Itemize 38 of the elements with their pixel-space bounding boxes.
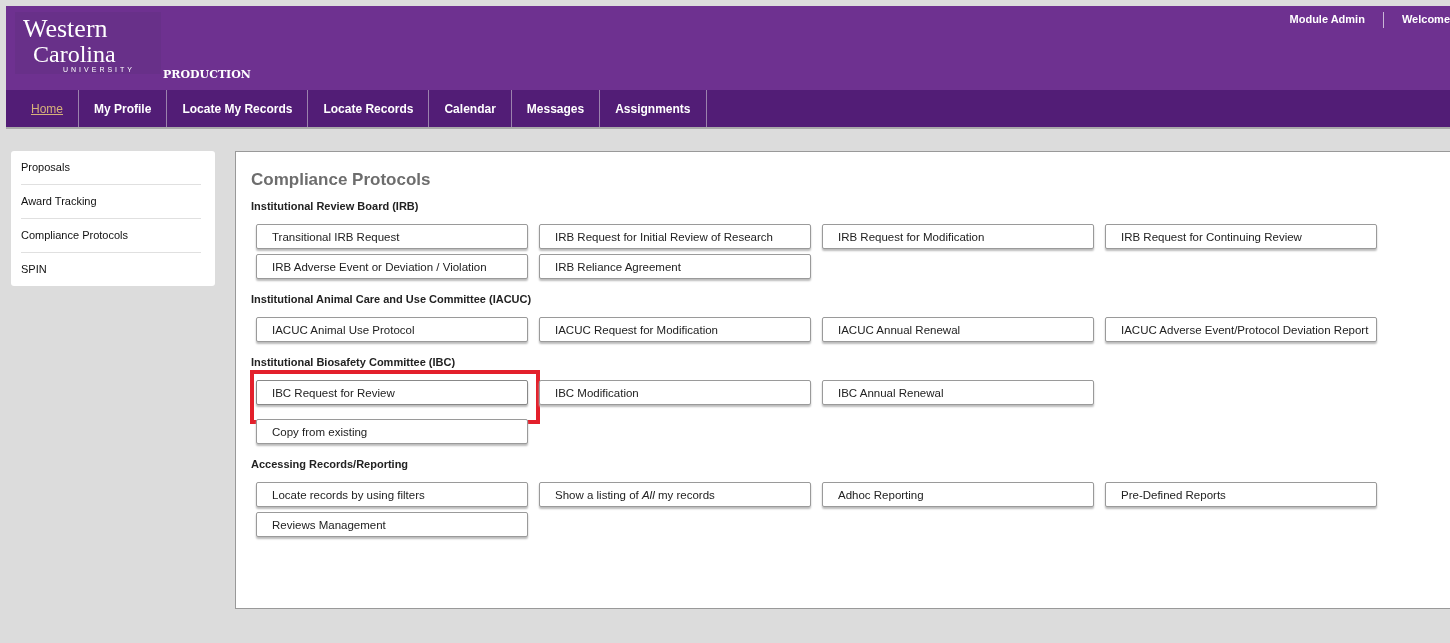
form-button[interactable]: Adhoc Reporting <box>822 482 1094 507</box>
form-button[interactable]: IRB Reliance Agreement <box>539 254 811 279</box>
form-button[interactable]: IRB Request for Modification <box>822 224 1094 249</box>
form-button[interactable]: IACUC Animal Use Protocol <box>256 317 528 342</box>
form-button[interactable]: Transitional IRB Request <box>256 224 528 249</box>
form-button[interactable]: Pre-Defined Reports <box>1105 482 1377 507</box>
form-button[interactable]: Copy from existing <box>256 419 528 444</box>
form-button[interactable]: IBC Modification <box>539 380 811 405</box>
form-button[interactable]: IACUC Adverse Event/Protocol Deviation Report <box>1105 317 1377 342</box>
section-heading: Institutional Review Board (IRB) <box>251 200 420 212</box>
section-heading: Institutional Animal Care and Use Committee (IACUC) <box>251 293 533 305</box>
form-button[interactable]: IRB Request for Continuing Review <box>1105 224 1377 249</box>
nav-tab[interactable]: My Profile <box>79 90 168 127</box>
section-heading: Accessing Records/Reporting <box>251 458 410 470</box>
form-button[interactable]: Reviews Management <box>256 512 528 537</box>
nav-tab[interactable]: Locate My Records <box>167 90 309 127</box>
form-button[interactable]: IACUC Annual Renewal <box>822 317 1094 342</box>
nav-tab[interactable]: Calendar <box>429 90 512 127</box>
form-button[interactable]: IRB Request for Initial Review of Research <box>539 224 811 249</box>
form-button[interactable]: Show a listing of All my records <box>539 482 811 507</box>
nav-tab[interactable]: Assignments <box>600 90 707 127</box>
nav-tab[interactable]: Home <box>16 90 79 127</box>
header-link[interactable]: Module Admin <box>1289 12 1365 25</box>
form-button[interactable]: IRB Adverse Event or Deviation / Violation <box>256 254 528 279</box>
environment-label: PRODUCTION <box>163 68 251 81</box>
form-button[interactable]: Locate records by using filters <box>256 482 528 507</box>
sidebar-item[interactable]: SPIN <box>21 253 201 286</box>
header-link[interactable]: Welcome <box>1401 12 1450 25</box>
page-title: Compliance Protocols <box>251 170 432 190</box>
nav-tab[interactable]: Locate Records <box>308 90 430 127</box>
nav-tab[interactable]: Messages <box>511 90 601 127</box>
form-button[interactable]: IACUC Request for Modification <box>539 317 811 342</box>
form-button[interactable]: IBC Annual Renewal <box>822 380 1094 405</box>
section-heading: Institutional Biosafety Committee (IBC) <box>251 356 457 368</box>
sidebar-item[interactable]: Compliance Protocols <box>21 219 201 253</box>
sidebar-item[interactable]: Award Tracking <box>21 185 201 219</box>
sidebar-item[interactable]: Proposals <box>21 151 201 185</box>
form-button[interactable]: IBC Request for Review <box>256 380 528 405</box>
